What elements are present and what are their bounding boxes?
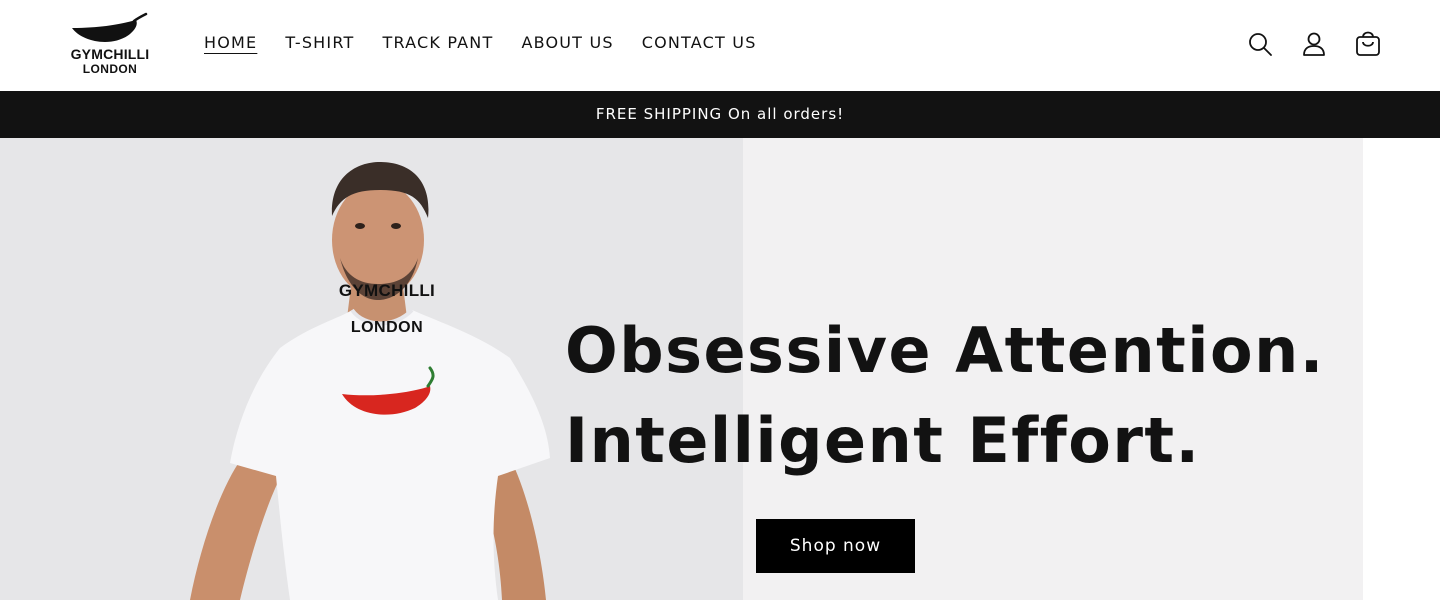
nav-track-pant[interactable]: TRACK PANT <box>368 30 507 56</box>
announcement-text: FREE SHIPPING On all orders! <box>595 105 845 123</box>
nav-t-shirt-label: T-SHIRT <box>285 33 355 52</box>
site-header: GYMCHILLI LONDON HOME T-SHIRT TRACK PANT… <box>0 0 1440 90</box>
model-photo <box>190 162 550 600</box>
search-icon <box>1249 33 1272 56</box>
tee-print-text-primary: GYMCHILLI <box>338 281 436 300</box>
nav-contact-us-label: CONTACT US <box>641 33 757 52</box>
cart-icon <box>1356 31 1380 56</box>
brand-logo[interactable]: GYMCHILLI LONDON <box>60 12 160 78</box>
shop-now-button[interactable]: Shop now <box>756 519 915 573</box>
logo-text-secondary: LONDON <box>82 62 138 76</box>
hero-banner: GYMCHILLI LONDON Obsessive Attention. In… <box>0 138 1440 600</box>
nav-t-shirt[interactable]: T-SHIRT <box>271 30 368 56</box>
headline-line-1: Obsessive Attention. <box>565 314 1325 387</box>
account-icon <box>1303 32 1325 56</box>
nav-track-pant-label: TRACK PANT <box>382 33 494 52</box>
search-button[interactable] <box>1246 28 1274 60</box>
main-nav: HOME T-SHIRT TRACK PANT ABOUT US CONTACT… <box>190 30 771 56</box>
nav-contact-us[interactable]: CONTACT US <box>628 30 771 56</box>
tee-print-text-secondary: LONDON <box>350 319 424 336</box>
announcement-bar: FREE SHIPPING On all orders! <box>0 91 1440 138</box>
nav-home[interactable]: HOME <box>190 30 271 56</box>
nav-about-us[interactable]: ABOUT US <box>507 30 627 56</box>
hero-headline: Obsessive Attention. Intelligent Effort. <box>565 306 1325 486</box>
headline-line-2: Intelligent Effort. <box>565 404 1201 477</box>
logo-text-primary: GYMCHILLI <box>70 46 150 62</box>
account-button[interactable] <box>1300 28 1328 60</box>
cart-button[interactable] <box>1354 28 1382 60</box>
nav-about-us-label: ABOUT US <box>521 33 614 52</box>
header-icons <box>1246 28 1382 60</box>
nav-home-label: HOME <box>204 33 258 52</box>
